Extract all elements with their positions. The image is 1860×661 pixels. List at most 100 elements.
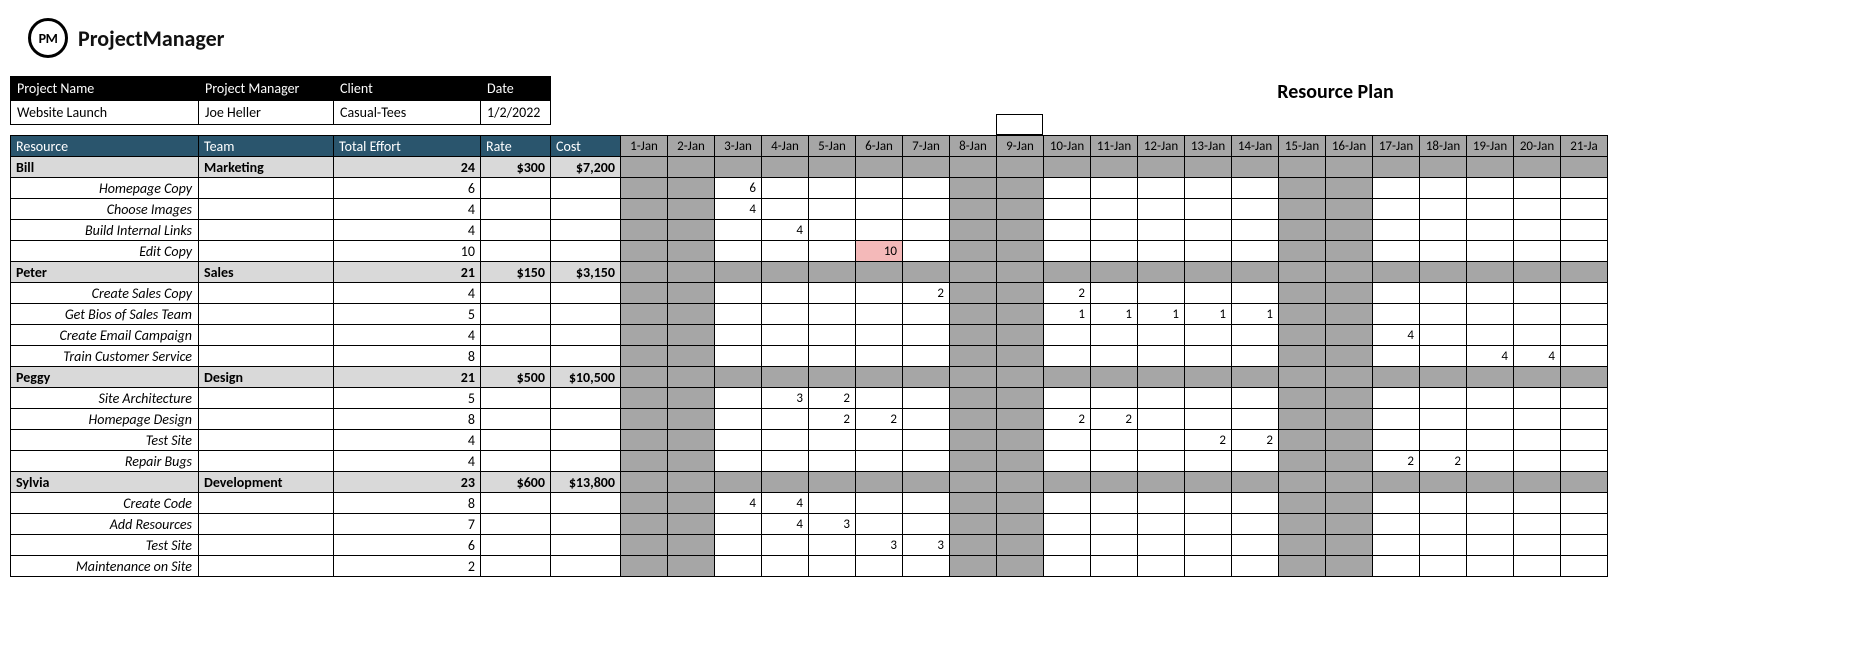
- cell-day[interactable]: [1326, 346, 1373, 367]
- cell-day[interactable]: [1514, 451, 1561, 472]
- cell-resource[interactable]: Peter: [11, 262, 199, 283]
- cell-day[interactable]: [1232, 178, 1279, 199]
- cell-day[interactable]: [1091, 157, 1138, 178]
- cell-day[interactable]: [1561, 388, 1608, 409]
- cell-day[interactable]: [997, 367, 1044, 388]
- cell-day[interactable]: [1326, 367, 1373, 388]
- cell-day[interactable]: [1279, 199, 1326, 220]
- cell-total-effort[interactable]: 4: [334, 451, 481, 472]
- cell-team[interactable]: [199, 325, 334, 346]
- cell-total-effort[interactable]: 24: [334, 157, 481, 178]
- cell-day[interactable]: [1044, 451, 1091, 472]
- cell-cost[interactable]: [551, 430, 621, 451]
- cell-day[interactable]: [1185, 451, 1232, 472]
- cell-day[interactable]: [856, 157, 903, 178]
- cell-day[interactable]: [1091, 556, 1138, 577]
- cell-rate[interactable]: [481, 178, 551, 199]
- cell-day[interactable]: [950, 514, 997, 535]
- cell-rate[interactable]: [481, 304, 551, 325]
- cell-day[interactable]: [856, 493, 903, 514]
- cell-day[interactable]: [1514, 220, 1561, 241]
- cell-day[interactable]: [762, 346, 809, 367]
- cell-day[interactable]: [1138, 451, 1185, 472]
- cell-total-effort[interactable]: 21: [334, 367, 481, 388]
- cell-day[interactable]: [997, 325, 1044, 346]
- cell-day[interactable]: [1232, 199, 1279, 220]
- cell-day[interactable]: [1420, 388, 1467, 409]
- cell-day[interactable]: [1279, 157, 1326, 178]
- cell-day[interactable]: [668, 472, 715, 493]
- cell-day[interactable]: [1467, 241, 1514, 262]
- cell-day[interactable]: [1091, 535, 1138, 556]
- cell-day[interactable]: [621, 367, 668, 388]
- cell-day[interactable]: [1373, 241, 1420, 262]
- cell-day[interactable]: [1232, 367, 1279, 388]
- cell-day[interactable]: [856, 220, 903, 241]
- cell-day[interactable]: [1326, 157, 1373, 178]
- cell-day[interactable]: [1514, 409, 1561, 430]
- cell-resource[interactable]: Choose Images: [11, 199, 199, 220]
- col-day[interactable]: 16-Jan: [1326, 136, 1373, 157]
- cell-day[interactable]: [1561, 346, 1608, 367]
- cell-day[interactable]: [1514, 430, 1561, 451]
- cell-day[interactable]: [1373, 157, 1420, 178]
- cell-day[interactable]: [1279, 535, 1326, 556]
- cell-day[interactable]: [903, 493, 950, 514]
- cell-day[interactable]: 2: [1044, 409, 1091, 430]
- cell-day[interactable]: [621, 241, 668, 262]
- cell-day[interactable]: [1561, 430, 1608, 451]
- cell-day[interactable]: [1138, 514, 1185, 535]
- cell-day[interactable]: [856, 178, 903, 199]
- cell-day[interactable]: [903, 367, 950, 388]
- cell-day[interactable]: [668, 325, 715, 346]
- cell-day[interactable]: [1561, 283, 1608, 304]
- cell-day[interactable]: [668, 409, 715, 430]
- cell-day[interactable]: [1185, 283, 1232, 304]
- cell-day[interactable]: [715, 556, 762, 577]
- cell-day[interactable]: [1044, 220, 1091, 241]
- cell-day[interactable]: [1467, 220, 1514, 241]
- cell-day[interactable]: [1514, 304, 1561, 325]
- cell-cost[interactable]: [551, 346, 621, 367]
- cell-day[interactable]: [1232, 451, 1279, 472]
- cell-rate[interactable]: [481, 199, 551, 220]
- cell-cost[interactable]: [551, 493, 621, 514]
- cell-day[interactable]: [997, 220, 1044, 241]
- cell-day[interactable]: [1373, 262, 1420, 283]
- cell-day[interactable]: [950, 262, 997, 283]
- cell-day[interactable]: [668, 556, 715, 577]
- cell-team[interactable]: [199, 388, 334, 409]
- cell-day[interactable]: [668, 220, 715, 241]
- cell-day[interactable]: [1279, 220, 1326, 241]
- col-rate[interactable]: Rate: [481, 136, 551, 157]
- cell-day[interactable]: [668, 241, 715, 262]
- cell-day[interactable]: 3: [762, 388, 809, 409]
- cell-day[interactable]: [1514, 241, 1561, 262]
- cell-day[interactable]: [715, 241, 762, 262]
- cell-day[interactable]: [997, 178, 1044, 199]
- cell-total-effort[interactable]: 7: [334, 514, 481, 535]
- cell-day[interactable]: [809, 430, 856, 451]
- cell-day[interactable]: [1044, 535, 1091, 556]
- cell-day[interactable]: [1373, 220, 1420, 241]
- cell-day[interactable]: [856, 388, 903, 409]
- cell-day[interactable]: [809, 325, 856, 346]
- cell-day[interactable]: [621, 556, 668, 577]
- cell-day[interactable]: [1138, 325, 1185, 346]
- cell-day[interactable]: [1326, 388, 1373, 409]
- cell-day[interactable]: [903, 199, 950, 220]
- cell-day[interactable]: [856, 262, 903, 283]
- cell-rate[interactable]: [481, 493, 551, 514]
- cell-day[interactable]: [1138, 388, 1185, 409]
- cell-day[interactable]: [1232, 220, 1279, 241]
- cell-team[interactable]: [199, 346, 334, 367]
- cell-day[interactable]: [997, 388, 1044, 409]
- cell-team[interactable]: [199, 493, 334, 514]
- cell-day[interactable]: [1279, 409, 1326, 430]
- cell-resource[interactable]: Create Code: [11, 493, 199, 514]
- cell-day[interactable]: [903, 556, 950, 577]
- cell-day[interactable]: [1138, 220, 1185, 241]
- cell-day[interactable]: [1326, 535, 1373, 556]
- cell-total-effort[interactable]: 23: [334, 472, 481, 493]
- cell-day[interactable]: [621, 409, 668, 430]
